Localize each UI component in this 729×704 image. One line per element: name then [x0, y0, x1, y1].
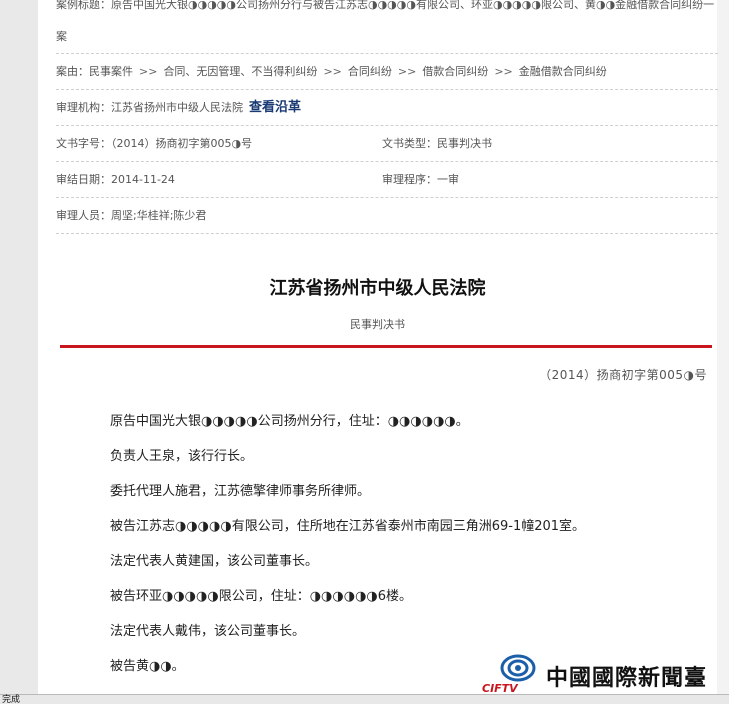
- date-row: 审结日期：2014-11-24 审理程序：一审: [56, 162, 718, 198]
- status-text: 完成: [2, 695, 21, 704]
- case-title-label: 案例标题：: [56, 0, 111, 11]
- paragraph-agent: 委托代理人施君，江苏德擎律师事务所律师。: [110, 484, 371, 499]
- globe-logo-icon: [500, 654, 536, 682]
- paragraph-defendant-1: 被告江苏志◑◑◑◑◑有限公司，住所地在江苏省泰州市南园三角洲69-1幢201室。: [110, 519, 586, 534]
- case-info-panel: 案例标题：原告中国光大银◑◑◑◑◑公司扬州分行与被告江苏志◑◑◑◑◑有限公司、环…: [56, 0, 718, 234]
- red-divider: [60, 345, 712, 348]
- court-value: 江苏省扬州市中级人民法院: [111, 101, 243, 114]
- document-kind: 民事判决书: [350, 318, 405, 331]
- watermark-logo: CIFTV 中國國際新聞臺: [480, 654, 729, 696]
- document-court-title: 江苏省扬州市中级人民法院: [269, 278, 486, 299]
- court-label: 审理机构：: [56, 101, 111, 114]
- judges-value: 周坚;华桂祥;陈少君: [111, 209, 207, 222]
- paragraph-legal-rep-1: 法定代表人黄建国，该公司董事长。: [110, 554, 319, 569]
- procedure-value: 一审: [437, 173, 459, 186]
- doctype-value: 民事判决书: [437, 137, 492, 150]
- judgment-body: 原告中国光大银◑◑◑◑◑公司扬州分行，住址：◑◑◑◑◑◑。 负责人王泉，该行行长…: [110, 404, 700, 684]
- docno-row: 文书字号：（2014）扬商初字第005◑号 文书类型：民事判决书: [56, 126, 718, 162]
- browser-status-bar: 完成: [0, 694, 729, 704]
- docno-label: 文书字号：: [56, 137, 111, 150]
- judges-row: 审理人员：周坚;华桂祥;陈少君: [56, 198, 718, 234]
- paragraph-responsible-person: 负责人王泉，该行行长。: [110, 449, 254, 464]
- history-link[interactable]: 查看沿革: [249, 100, 301, 115]
- judgment-content: 案例标题：原告中国光大银◑◑◑◑◑公司扬州分行与被告江苏志◑◑◑◑◑有限公司、环…: [38, 0, 718, 704]
- document-case-number: （2014）扬商初字第005◑号: [539, 368, 707, 382]
- cause-separator: >>: [494, 65, 513, 78]
- case-title-value: 原告中国光大银◑◑◑◑◑公司扬州分行与被告江苏志◑◑◑◑◑有限公司、环亚◑◑◑◑…: [56, 0, 715, 43]
- watermark-name: 中國國際新聞臺: [546, 666, 708, 691]
- cause-item-5[interactable]: 金融借款合同纠纷: [519, 65, 607, 78]
- paragraph-defendant-2: 被告环亚◑◑◑◑◑限公司，住址：◑◑◑◑◑◑6楼。: [110, 589, 413, 604]
- case-cause-row: 案由：民事案件 >> 合同、无因管理、不当得利纠纷 >> 合同纠纷 >> 借款合同纠纷 >> 金…: [56, 54, 718, 90]
- cause-item-2[interactable]: 合同、无因管理、不当得利纠纷: [163, 65, 317, 78]
- paragraph-plaintiff: 原告中国光大银◑◑◑◑◑公司扬州分行，住址：◑◑◑◑◑◑。: [110, 414, 469, 429]
- left-gutter: [0, 0, 38, 704]
- cause-separator: >>: [323, 65, 342, 78]
- court-row: 审理机构：江苏省扬州市中级人民法院 查看沿革: [56, 90, 718, 126]
- doctype-label: 文书类型：: [382, 137, 437, 150]
- cause-separator: >>: [139, 65, 158, 78]
- right-gutter: [717, 0, 729, 704]
- docno-value: （2014）扬商初字第005◑号: [111, 137, 253, 150]
- procedure-label: 审理程序：: [382, 173, 437, 186]
- cause-item-1[interactable]: 民事案件: [89, 65, 133, 78]
- cause-item-4[interactable]: 借款合同纠纷: [422, 65, 488, 78]
- cause-label: 案由：: [56, 65, 89, 78]
- cause-item-3[interactable]: 合同纠纷: [348, 65, 392, 78]
- cause-separator: >>: [397, 65, 417, 78]
- judges-label: 审理人员：: [56, 209, 111, 222]
- case-title-row: 案例标题：原告中国光大银◑◑◑◑◑公司扬州分行与被告江苏志◑◑◑◑◑有限公司、环…: [56, 0, 718, 54]
- paragraph-legal-rep-2: 法定代表人戴伟，该公司董事长。: [110, 624, 306, 639]
- browser-page: 案例标题：原告中国光大银◑◑◑◑◑公司扬州分行与被告江苏志◑◑◑◑◑有限公司、环…: [0, 0, 729, 704]
- date-label: 审结日期：: [56, 173, 111, 186]
- date-value: 2014-11-24: [111, 173, 175, 186]
